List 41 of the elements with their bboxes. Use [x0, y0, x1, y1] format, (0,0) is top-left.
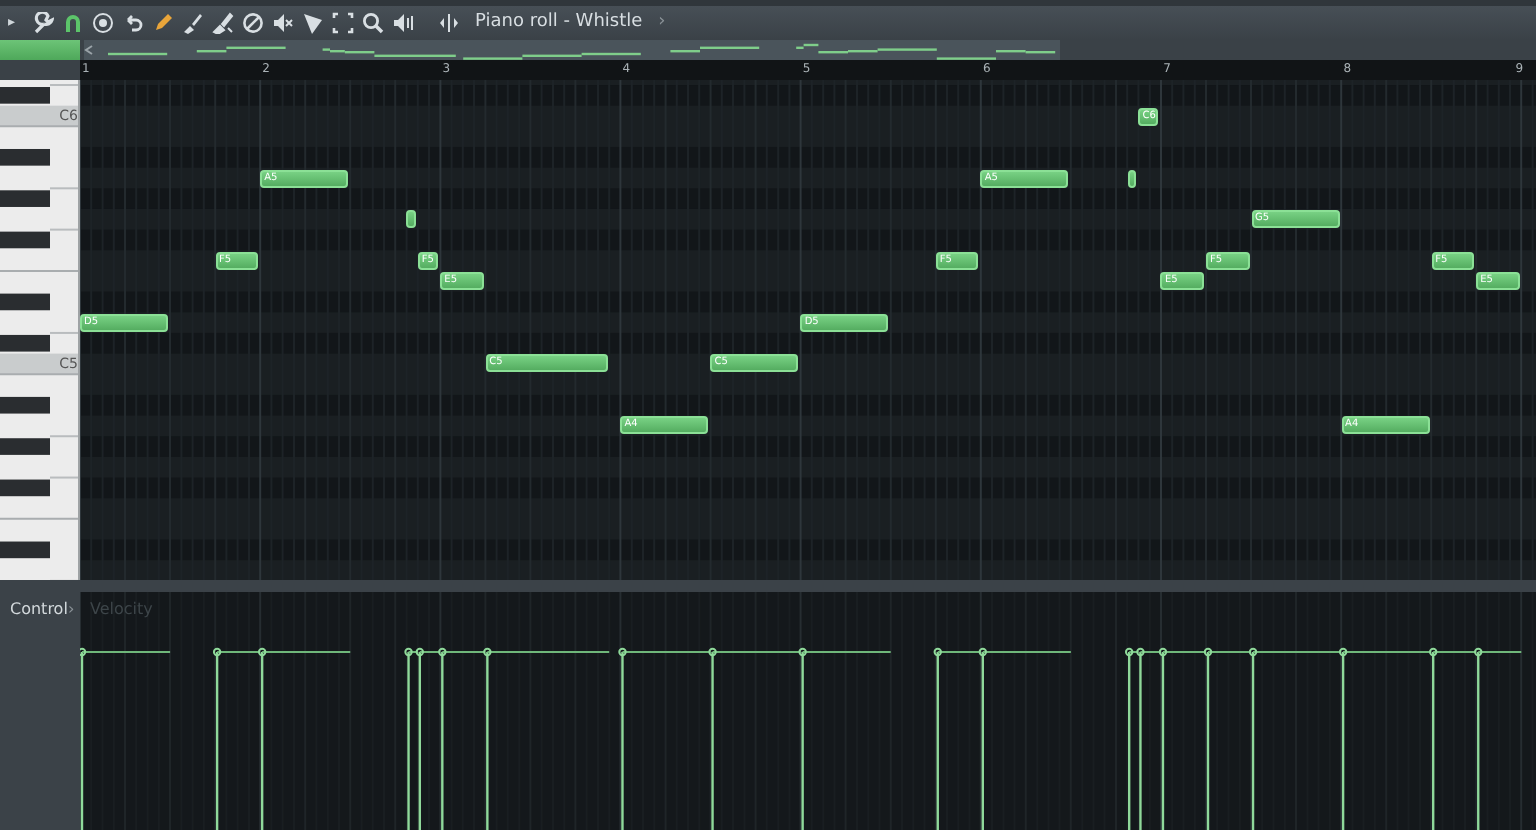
velocity-stem[interactable]: [212, 647, 262, 830]
velocity-stem[interactable]: [80, 647, 172, 830]
velocity-stem[interactable]: [1338, 647, 1433, 830]
velocity-stem[interactable]: [1158, 647, 1207, 830]
wrench-icon[interactable]: [31, 12, 54, 34]
undo-icon[interactable]: [121, 12, 144, 34]
control-label[interactable]: Control: [10, 598, 68, 622]
pencil-icon[interactable]: [151, 12, 174, 34]
brush-icon[interactable]: [181, 12, 204, 34]
control-arrow[interactable]: ›: [68, 598, 75, 622]
velocity-stem[interactable]: [978, 647, 1072, 830]
magnet-icon[interactable]: [61, 12, 84, 34]
velocity-stem[interactable]: [708, 647, 802, 830]
select-icon[interactable]: [331, 12, 354, 34]
velocity-stem[interactable]: [1474, 647, 1523, 830]
velocity-stem[interactable]: [1248, 647, 1343, 830]
title-arrow[interactable]: ›: [658, 9, 666, 37]
velocity-stem[interactable]: [257, 647, 352, 830]
velocity-stem[interactable]: [618, 647, 712, 830]
mute-icon[interactable]: [271, 12, 294, 34]
velocity-stem[interactable]: [415, 647, 442, 830]
scroll-left-icon[interactable]: [84, 45, 93, 55]
window-title: Piano roll - Whistle: [475, 9, 643, 36]
velocity-stem[interactable]: [438, 647, 487, 830]
piano-keys-drawing[interactable]: [0, 80, 80, 580]
zoom-icon[interactable]: [361, 12, 384, 34]
note-block[interactable]: [1127, 169, 1137, 188]
velocity-stem[interactable]: [483, 647, 611, 830]
velocity-stem[interactable]: [1203, 647, 1253, 830]
velocity-stem[interactable]: [1136, 647, 1162, 830]
ruler-corner: [0, 60, 80, 80]
velocity-stem[interactable]: [1125, 647, 1140, 830]
brush-icon[interactable]: [211, 12, 234, 34]
velocity-stem[interactable]: [404, 647, 419, 830]
overview-scroll-thumb[interactable]: [84, 40, 1060, 60]
velocity-stem[interactable]: [1429, 647, 1478, 830]
target-icon[interactable]: [91, 12, 114, 34]
velocity-stem[interactable]: [798, 647, 892, 830]
prohibited-icon[interactable]: [241, 12, 264, 34]
note-block[interactable]: [406, 210, 416, 229]
velocity-stem[interactable]: [933, 647, 982, 830]
